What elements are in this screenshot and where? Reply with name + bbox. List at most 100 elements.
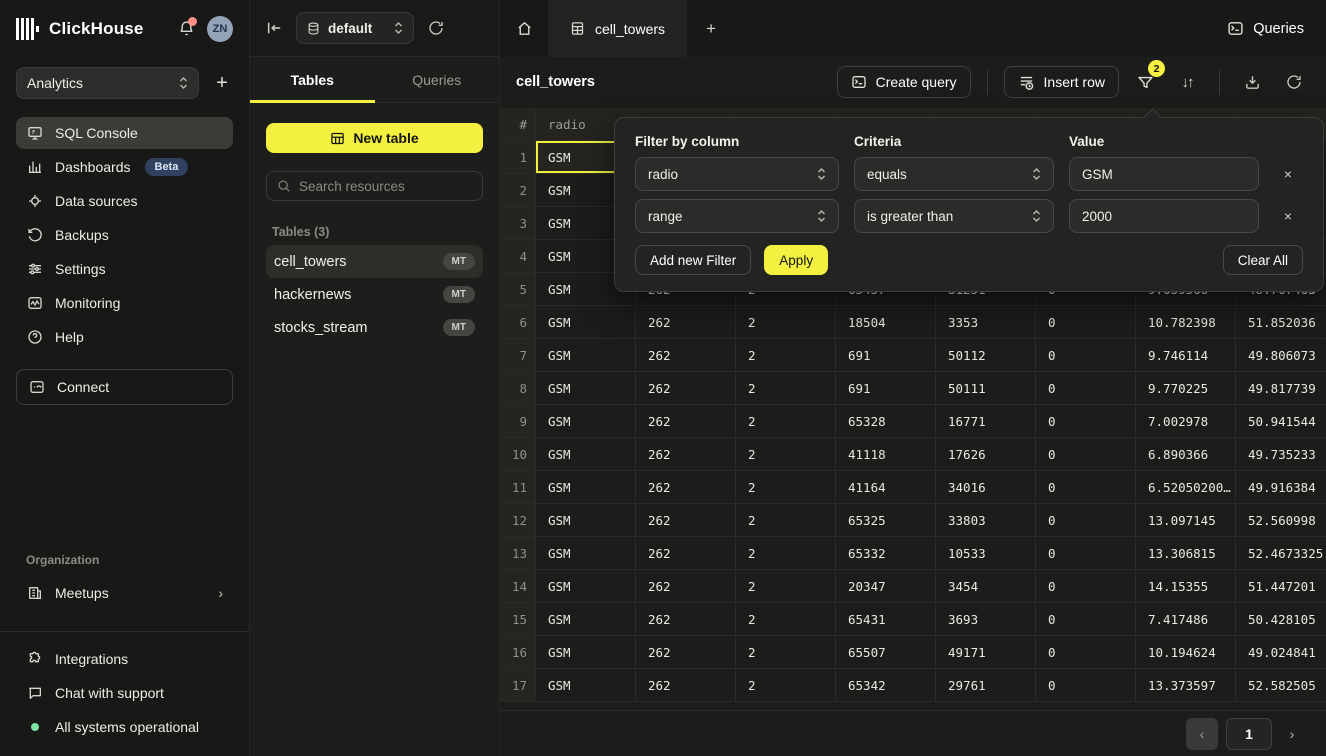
grid-cell[interactable]: 17626: [936, 438, 1036, 471]
database-select[interactable]: default: [296, 12, 414, 44]
grid-cell[interactable]: 10533: [936, 537, 1036, 570]
grid-cell[interactable]: 51.852036: [1236, 306, 1326, 339]
grid-cell[interactable]: 9.770225: [1136, 372, 1236, 405]
grid-cell[interactable]: 262: [636, 603, 736, 636]
avatar[interactable]: ZN: [207, 16, 233, 42]
grid-cell[interactable]: 49.916384: [1236, 471, 1326, 504]
grid-cell[interactable]: GSM: [536, 636, 636, 669]
filter-criteria-select[interactable]: is greater than: [854, 199, 1054, 233]
grid-cell[interactable]: 52.4673325: [1236, 537, 1326, 570]
connect-button[interactable]: Connect: [16, 369, 233, 405]
table-list-item-hackernews[interactable]: hackernewsMT: [266, 278, 483, 311]
grid-cell[interactable]: 262: [636, 405, 736, 438]
grid-cell[interactable]: GSM: [536, 372, 636, 405]
grid-cell[interactable]: 0: [1036, 537, 1136, 570]
grid-cell[interactable]: GSM: [536, 669, 636, 702]
grid-cell[interactable]: 50.941544: [1236, 405, 1326, 438]
grid-cell[interactable]: 34016: [936, 471, 1036, 504]
grid-cell[interactable]: 2: [736, 471, 836, 504]
explorer-tab-queries[interactable]: Queries: [375, 57, 500, 102]
grid-cell[interactable]: 2: [736, 570, 836, 603]
grid-cell[interactable]: 13.306815: [1136, 537, 1236, 570]
grid-cell[interactable]: 65507: [836, 636, 936, 669]
grid-cell[interactable]: 262: [636, 471, 736, 504]
remove-filter-button[interactable]: ×: [1274, 208, 1302, 224]
grid-cell[interactable]: 0: [1036, 339, 1136, 372]
grid-cell[interactable]: 0: [1036, 504, 1136, 537]
grid-cell[interactable]: 262: [636, 669, 736, 702]
grid-cell[interactable]: 262: [636, 306, 736, 339]
sidebar-item-sql-console[interactable]: SQL Console: [16, 117, 233, 149]
grid-cell[interactable]: 0: [1036, 636, 1136, 669]
grid-cell[interactable]: 3353: [936, 306, 1036, 339]
clear-all-filters-button[interactable]: Clear All: [1223, 245, 1303, 275]
grid-cell[interactable]: 10.194624: [1136, 636, 1236, 669]
sort-button[interactable]: ↓↑: [1171, 66, 1203, 98]
sidebar-item-meetups[interactable]: Meetups ›: [16, 577, 233, 609]
grid-cell[interactable]: GSM: [536, 438, 636, 471]
filter-criteria-select[interactable]: equals: [854, 157, 1054, 191]
grid-cell[interactable]: 49.817739: [1236, 372, 1326, 405]
grid-cell[interactable]: 262: [636, 504, 736, 537]
sidebar-item-data-sources[interactable]: Data sources: [16, 185, 233, 217]
next-page-button[interactable]: ›: [1280, 718, 1304, 750]
prev-page-button[interactable]: ‹: [1186, 718, 1218, 750]
grid-cell[interactable]: 262: [636, 636, 736, 669]
grid-cell[interactable]: 0: [1036, 471, 1136, 504]
grid-cell[interactable]: 65325: [836, 504, 936, 537]
home-tab[interactable]: [500, 0, 548, 57]
grid-cell[interactable]: 51.447201: [1236, 570, 1326, 603]
grid-cell[interactable]: 0: [1036, 438, 1136, 471]
apply-filters-button[interactable]: Apply: [764, 245, 828, 275]
grid-cell[interactable]: 20347: [836, 570, 936, 603]
grid-cell[interactable]: 7.417486: [1136, 603, 1236, 636]
grid-cell[interactable]: 262: [636, 339, 736, 372]
table-list-item-cell_towers[interactable]: cell_towersMT: [266, 245, 483, 278]
sidebar-footer-item-integrations[interactable]: Integrations: [16, 644, 233, 674]
grid-cell[interactable]: 14.15355: [1136, 570, 1236, 603]
grid-cell[interactable]: 49171: [936, 636, 1036, 669]
grid-cell[interactable]: 50111: [936, 372, 1036, 405]
grid-cell[interactable]: 16771: [936, 405, 1036, 438]
grid-cell[interactable]: GSM: [536, 339, 636, 372]
filter-button[interactable]: 2: [1129, 66, 1161, 98]
grid-cell[interactable]: 2: [736, 438, 836, 471]
grid-cell[interactable]: 41118: [836, 438, 936, 471]
grid-cell[interactable]: 2: [736, 603, 836, 636]
grid-cell[interactable]: 49.806073: [1236, 339, 1326, 372]
sidebar-item-help[interactable]: Help: [16, 321, 233, 353]
grid-cell[interactable]: 0: [1036, 372, 1136, 405]
grid-cell[interactable]: 50.428105: [1236, 603, 1326, 636]
download-button[interactable]: [1236, 66, 1268, 98]
filter-value-input[interactable]: 2000: [1069, 199, 1259, 233]
grid-cell[interactable]: GSM: [536, 405, 636, 438]
grid-cell[interactable]: 2: [736, 504, 836, 537]
grid-cell[interactable]: 2: [736, 669, 836, 702]
grid-cell[interactable]: 2: [736, 636, 836, 669]
grid-cell[interactable]: 65328: [836, 405, 936, 438]
grid-cell[interactable]: 49.735233: [1236, 438, 1326, 471]
page-number-input[interactable]: 1: [1226, 718, 1272, 750]
grid-cell[interactable]: 2: [736, 537, 836, 570]
grid-cell[interactable]: 262: [636, 570, 736, 603]
sidebar-item-dashboards[interactable]: DashboardsBeta: [16, 151, 233, 183]
queries-button[interactable]: Queries: [1205, 0, 1326, 57]
grid-cell[interactable]: 13.097145: [1136, 504, 1236, 537]
grid-cell[interactable]: 3693: [936, 603, 1036, 636]
grid-cell[interactable]: 29761: [936, 669, 1036, 702]
create-query-button[interactable]: Create query: [837, 66, 971, 98]
remove-filter-button[interactable]: ×: [1274, 166, 1302, 182]
grid-cell[interactable]: GSM: [536, 504, 636, 537]
filter-column-select[interactable]: radio: [635, 157, 839, 191]
grid-cell[interactable]: 13.373597: [1136, 669, 1236, 702]
refresh-button[interactable]: [1278, 66, 1310, 98]
new-tab-button[interactable]: +: [687, 0, 735, 57]
add-workspace-button[interactable]: +: [211, 72, 233, 95]
grid-cell[interactable]: GSM: [536, 603, 636, 636]
grid-cell[interactable]: 7.002978: [1136, 405, 1236, 438]
grid-cell[interactable]: 10.782398: [1136, 306, 1236, 339]
sidebar-footer-item-chat-with-support[interactable]: Chat with support: [16, 678, 233, 708]
grid-cell[interactable]: 2: [736, 405, 836, 438]
grid-cell[interactable]: 65332: [836, 537, 936, 570]
filter-column-select[interactable]: range: [635, 199, 839, 233]
